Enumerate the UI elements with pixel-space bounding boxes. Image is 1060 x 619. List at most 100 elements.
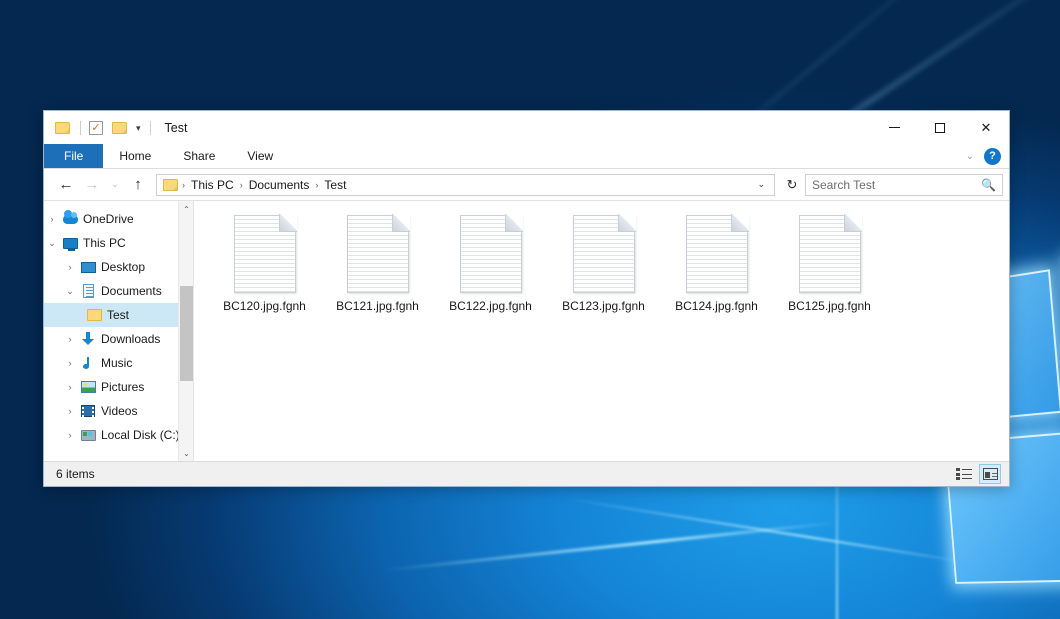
explorer-body: › OneDrive ⌄ This PC › Desktop ⌄ Documen…	[44, 200, 1009, 461]
ribbon-tab-strip: File Home Share View ⌄ ?	[44, 144, 1009, 169]
light-beam	[562, 497, 977, 565]
sidebar-item-downloads[interactable]: › Downloads	[44, 327, 193, 351]
toolbar-separator	[80, 121, 81, 135]
properties-checkbox-icon[interactable]: ✓	[89, 119, 106, 136]
maximize-button[interactable]	[917, 111, 963, 144]
sidebar-item-desktop[interactable]: › Desktop	[44, 255, 193, 279]
chevron-right-icon[interactable]: ›	[62, 406, 78, 416]
sidebar-item-label: This PC	[80, 236, 126, 250]
chevron-down-icon[interactable]: ⌄	[44, 238, 60, 249]
chevron-right-icon[interactable]: ›	[62, 358, 78, 368]
file-name-label: BC120.jpg.fgnh	[223, 299, 306, 313]
file-item[interactable]: BC120.jpg.fgnh	[208, 211, 321, 319]
title-bar: ✓ ▾ Test ✕	[44, 111, 1009, 144]
chevron-right-icon[interactable]: ›	[62, 430, 78, 440]
search-box[interactable]: Search Test 🔍	[805, 174, 1003, 196]
sidebar-item-test[interactable]: Test	[44, 303, 193, 327]
breadcrumb-item-this-pc[interactable]: This PC	[186, 176, 239, 194]
details-view-button[interactable]	[953, 464, 975, 484]
generic-document-icon	[460, 215, 522, 293]
file-item[interactable]: BC123.jpg.fgnh	[547, 211, 660, 319]
scroll-down-icon[interactable]: ⌄	[179, 445, 194, 461]
help-button[interactable]: ?	[984, 148, 1001, 165]
new-folder-icon[interactable]	[112, 119, 129, 136]
ribbon-right-controls: ⌄ ?	[966, 144, 1009, 168]
chevron-right-icon[interactable]: ›	[62, 382, 78, 392]
up-button[interactable]: ↑	[126, 173, 150, 197]
generic-document-icon	[799, 215, 861, 293]
sidebar-item-label: Desktop	[98, 260, 145, 274]
minimize-icon	[889, 127, 900, 128]
navigation-pane-scrollbar[interactable]: ⌃ ⌄	[178, 201, 193, 461]
system-menu-folder-icon[interactable]	[55, 119, 72, 136]
search-icon: 🔍	[981, 178, 996, 192]
pc-icon	[60, 238, 80, 249]
view-mode-buttons	[953, 464, 1001, 484]
sidebar-item-label: Pictures	[98, 380, 144, 394]
folder-icon	[84, 309, 104, 321]
generic-document-icon	[573, 215, 635, 293]
close-button[interactable]: ✕	[963, 111, 1009, 144]
address-dropdown-chevron-icon[interactable]: ⌄	[752, 179, 770, 190]
file-item[interactable]: BC124.jpg.fgnh	[660, 211, 773, 319]
navigation-pane: › OneDrive ⌄ This PC › Desktop ⌄ Documen…	[44, 201, 194, 461]
chevron-right-icon[interactable]: ›	[62, 334, 78, 344]
large-icons-view-button[interactable]	[979, 464, 1001, 484]
file-list-pane[interactable]: BC120.jpg.fgnh BC121.jpg.fgnh BC122.jpg.…	[194, 201, 1009, 461]
breadcrumb-item-documents[interactable]: Documents	[244, 176, 315, 194]
sidebar-item-documents[interactable]: ⌄ Documents	[44, 279, 193, 303]
refresh-button[interactable]: ↻	[781, 177, 803, 193]
generic-document-icon	[234, 215, 296, 293]
file-item[interactable]: BC125.jpg.fgnh	[773, 211, 886, 319]
sidebar-item-local-disk-c[interactable]: › Local Disk (C:)	[44, 423, 193, 447]
address-bar: ← → ⌄ ↑ › This PC › Documents › Test ⌄ ↻…	[44, 169, 1009, 200]
scroll-up-icon[interactable]: ⌃	[179, 201, 194, 217]
breadcrumb-item-test[interactable]: Test	[319, 176, 351, 194]
expand-ribbon-chevron-icon[interactable]: ⌄	[966, 151, 974, 162]
breadcrumb-folder-icon	[163, 176, 178, 194]
file-name-label: BC122.jpg.fgnh	[449, 299, 532, 313]
search-input[interactable]: Search Test	[812, 178, 981, 192]
sidebar-item-label: Documents	[98, 284, 162, 298]
maximize-icon	[935, 123, 945, 133]
sidebar-item-label: Music	[98, 356, 132, 370]
file-item[interactable]: BC121.jpg.fgnh	[321, 211, 434, 319]
tab-share[interactable]: Share	[167, 144, 231, 168]
breadcrumb[interactable]: › This PC › Documents › Test ⌄	[156, 174, 775, 196]
file-item[interactable]: BC122.jpg.fgnh	[434, 211, 547, 319]
chevron-right-icon[interactable]: ›	[44, 214, 60, 224]
sidebar-item-label: OneDrive	[80, 212, 134, 226]
file-name-label: BC125.jpg.fgnh	[788, 299, 871, 313]
item-count-label: 6 items	[56, 467, 95, 481]
large-icons-view-icon	[983, 468, 998, 480]
file-grid: BC120.jpg.fgnh BC121.jpg.fgnh BC122.jpg.…	[208, 211, 1009, 319]
tab-view[interactable]: View	[231, 144, 289, 168]
customize-quick-access-chevron-icon[interactable]: ▾	[136, 123, 141, 134]
music-icon	[78, 356, 98, 370]
forward-button[interactable]: →	[80, 173, 104, 197]
back-button[interactable]: ←	[54, 173, 78, 197]
recent-locations-button[interactable]: ⌄	[106, 173, 124, 197]
sidebar-item-onedrive[interactable]: › OneDrive	[44, 207, 193, 231]
file-name-label: BC124.jpg.fgnh	[675, 299, 758, 313]
sidebar-item-videos[interactable]: › Videos	[44, 399, 193, 423]
minimize-button[interactable]	[871, 111, 917, 144]
chevron-right-icon[interactable]: ›	[62, 262, 78, 272]
details-view-icon	[956, 468, 972, 480]
desktop-icon	[78, 262, 98, 273]
sidebar-item-label: Test	[104, 308, 129, 322]
tab-file[interactable]: File	[44, 144, 103, 168]
downloads-icon	[78, 332, 98, 346]
generic-document-icon	[686, 215, 748, 293]
file-name-label: BC121.jpg.fgnh	[336, 299, 419, 313]
sidebar-item-this-pc[interactable]: ⌄ This PC	[44, 231, 193, 255]
toolbar-separator	[150, 121, 151, 135]
videos-icon	[78, 405, 98, 417]
chevron-down-icon[interactable]: ⌄	[62, 286, 78, 297]
sidebar-item-music[interactable]: › Music	[44, 351, 193, 375]
sidebar-item-pictures[interactable]: › Pictures	[44, 375, 193, 399]
sidebar-item-label: Downloads	[98, 332, 160, 346]
tab-home[interactable]: Home	[103, 144, 167, 168]
generic-document-icon	[347, 215, 409, 293]
scrollbar-thumb[interactable]	[180, 286, 193, 381]
